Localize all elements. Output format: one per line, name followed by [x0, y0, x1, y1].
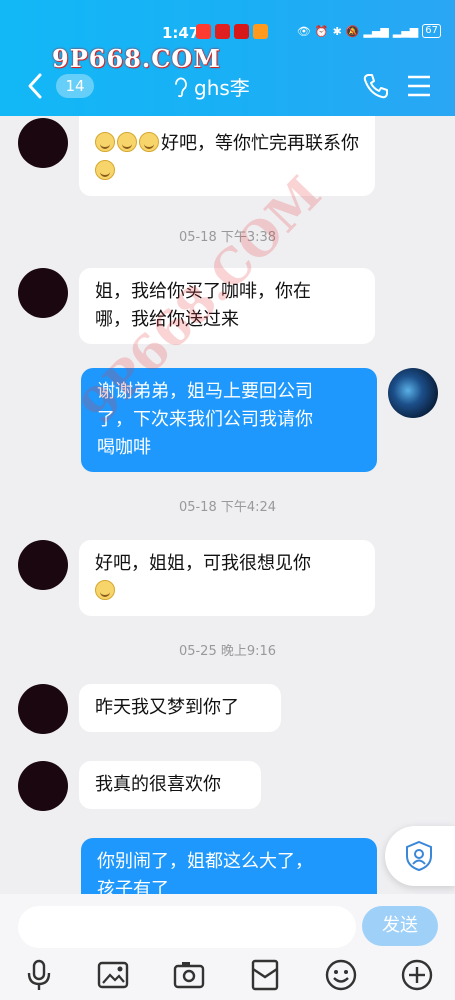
pensive-emoji-icon [139, 132, 159, 152]
contact-avatar[interactable] [18, 118, 68, 168]
message-bubble[interactable]: 好吧，姐姐，可我很想见你 [79, 540, 375, 616]
timestamp: 05-18 下午4:24 [178, 500, 277, 515]
pensive-emoji-icon [95, 132, 115, 152]
camera-icon[interactable] [172, 958, 206, 992]
app-notif-icon [234, 24, 249, 39]
toolbar [0, 958, 455, 994]
voice-icon[interactable] [22, 958, 56, 992]
eye-icon: 👁 [296, 24, 311, 38]
message-bubble[interactable]: 昨天我又梦到你了 [79, 684, 281, 732]
smile-emoji-icon [95, 160, 115, 180]
contact-name: ghs李 [194, 76, 250, 100]
contact-avatar[interactable] [18, 268, 68, 318]
bluetooth-icon: ✱ [332, 24, 342, 38]
plus-icon[interactable] [400, 958, 434, 992]
contact-avatar[interactable] [18, 540, 68, 590]
watermark-logo: 9P668.COM [52, 44, 221, 73]
notification-icons [196, 24, 268, 39]
message-bubble[interactable]: 我真的很喜欢你 [79, 761, 261, 809]
send-button[interactable]: 发送 [362, 906, 438, 946]
contact-avatar[interactable] [18, 761, 68, 811]
alarm-icon: ⏰ [314, 24, 329, 38]
message-input[interactable] [18, 906, 356, 948]
message-bubble[interactable]: 姐，我给你买了咖啡，你在 哪，我给你送过来 [79, 268, 375, 344]
message-text: 孩子有了 [97, 879, 169, 894]
red-packet-icon[interactable] [248, 958, 282, 992]
message-text: 我真的很喜欢你 [95, 774, 221, 795]
message-text: 昨天我又梦到你了 [95, 697, 239, 718]
menu-icon[interactable] [407, 75, 431, 97]
shield-icon [406, 840, 432, 872]
status-time: 1:47 [162, 24, 200, 42]
status-bar: 1:47 👁 ⏰ ✱ 🔕 ▂▄▆ ▂▄▆ 67 [0, 20, 455, 46]
safety-float-button[interactable] [385, 826, 455, 886]
chat-header: 1:47 👁 ⏰ ✱ 🔕 ▂▄▆ ▂▄▆ 67 9P668.COM 14 ghs… [0, 0, 455, 116]
app-notif-icon [253, 24, 268, 39]
emoji-icon[interactable] [324, 958, 358, 992]
battery-indicator: 67 [422, 24, 441, 38]
pensive-emoji-icon [117, 132, 137, 152]
timestamp: 05-25 晚上9:16 [178, 644, 277, 659]
weibo-icon [196, 24, 211, 39]
my-message-bubble[interactable]: 谢谢弟弟，姐马上要回公司 了，下次来我们公司我请你 喝咖啡 [81, 368, 377, 472]
input-bar: 发送 [0, 894, 455, 1000]
chat-title[interactable]: ghs李 [172, 72, 250, 101]
signal-icon: ▂▄▆ [363, 24, 389, 38]
timestamp: 05-18 下午3:38 [178, 230, 277, 245]
contact-avatar[interactable] [18, 684, 68, 734]
message-text: 了，下次来我们公司我请你 [97, 409, 313, 430]
app-notif-icon [215, 24, 230, 39]
back-icon[interactable] [26, 72, 44, 100]
mute-icon: 🔕 [345, 24, 360, 38]
ear-icon [175, 77, 187, 97]
message-text: 喝咖啡 [97, 437, 151, 458]
message-text: 好吧，姐姐，可我很想见你 [95, 553, 311, 574]
message-text: 你别闹了，姐都这么大了， [97, 851, 313, 872]
my-message-bubble[interactable]: 你别闹了，姐都这么大了， 孩子有了 [81, 838, 377, 894]
message-text: 谢谢弟弟，姐马上要回公司 [97, 381, 313, 402]
system-status: 👁 ⏰ ✱ 🔕 ▂▄▆ ▂▄▆ 67 [297, 24, 441, 38]
phone-icon[interactable] [362, 72, 390, 100]
pensive-emoji-icon [95, 580, 115, 600]
message-text: 哪，我给你送过来 [95, 309, 239, 330]
signal-icon: ▂▄▆ [392, 24, 419, 38]
message-text: 姐，我给你买了咖啡，你在 [95, 281, 311, 302]
image-icon[interactable] [96, 958, 130, 992]
unread-badge[interactable]: 14 [56, 74, 94, 98]
message-text: 好吧，等你忙完再联系你 [161, 133, 359, 154]
message-bubble[interactable]: 好吧，等你忙完再联系你 [79, 116, 375, 196]
message-list[interactable]: 好吧，等你忙完再联系你 05-18 下午3:38 姐，我给你买了咖啡，你在 哪，… [0, 116, 455, 894]
my-avatar[interactable] [388, 368, 438, 418]
